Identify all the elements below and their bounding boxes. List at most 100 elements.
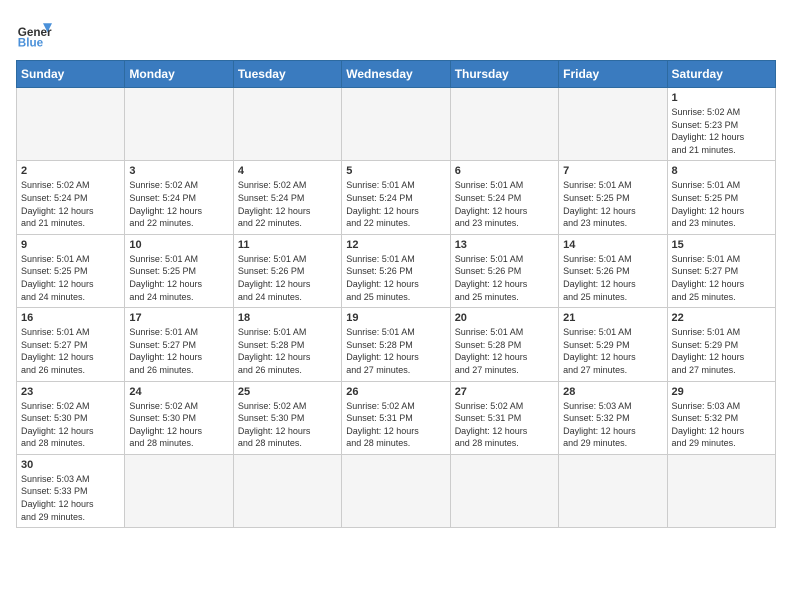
day-info: Sunrise: 5:01 AM Sunset: 5:24 PM Dayligh…: [455, 179, 554, 229]
logo-icon: General Blue: [16, 16, 52, 52]
calendar-cell: 13Sunrise: 5:01 AM Sunset: 5:26 PM Dayli…: [450, 234, 558, 307]
day-number: 26: [346, 386, 445, 398]
day-info: Sunrise: 5:02 AM Sunset: 5:30 PM Dayligh…: [21, 400, 120, 450]
day-number: 4: [238, 165, 337, 177]
calendar-week-1: 1 Sunrise: 5:02 AM Sunset: 5:23 PM Daylig…: [17, 88, 776, 161]
day-number: 3: [129, 165, 228, 177]
day-number: 14: [563, 239, 662, 251]
calendar-cell: 15 Sunrise: 5:01 AM Sunset: 5:27 PM Dayli…: [667, 234, 775, 307]
day-number: 27: [455, 386, 554, 398]
calendar-cell: 12 Sunrise: 5:01 AM Sunset: 5:26 PM Dayli…: [342, 234, 450, 307]
calendar-cell: 21Sunrise: 5:01 AM Sunset: 5:29 PM Dayli…: [559, 308, 667, 381]
day-number: 28: [563, 386, 662, 398]
day-info: Sunrise: 5:02 AM Sunset: 5:23 PM Dayligh…: [672, 106, 771, 156]
day-info: Sunrise: 5:02 AM Sunset: 5:30 PM Dayligh…: [129, 400, 228, 450]
day-info: Sunrise: 5:01 AM Sunset: 5:28 PM Dayligh…: [238, 326, 337, 376]
day-number: 10: [129, 239, 228, 251]
day-info: Sunrise: 5:01 AM Sunset: 5:29 PM Dayligh…: [563, 326, 662, 376]
calendar-cell: [233, 454, 341, 527]
day-number: 30: [21, 459, 120, 471]
calendar-cell: [450, 454, 558, 527]
day-info: Sunrise: 5:01 AM Sunset: 5:25 PM Dayligh…: [129, 253, 228, 303]
day-number: 8: [672, 165, 771, 177]
calendar-cell: 30 Sunrise: 5:03 AM Sunset: 5:33 PM Dayli…: [17, 454, 125, 527]
weekday-header-row: SundayMondayTuesdayWednesdayThursdayFrid…: [17, 61, 776, 88]
calendar-cell: 18 Sunrise: 5:01 AM Sunset: 5:28 PM Dayli…: [233, 308, 341, 381]
weekday-monday: Monday: [125, 61, 233, 88]
day-number: 6: [455, 165, 554, 177]
calendar-cell: [450, 88, 558, 161]
day-info: Sunrise: 5:02 AM Sunset: 5:31 PM Dayligh…: [346, 400, 445, 450]
weekday-friday: Friday: [559, 61, 667, 88]
calendar-week-5: 23 Sunrise: 5:02 AM Sunset: 5:30 PM Dayli…: [17, 381, 776, 454]
calendar-cell: 8Sunrise: 5:01 AM Sunset: 5:25 PM Daylig…: [667, 161, 775, 234]
day-number: 29: [672, 386, 771, 398]
day-info: Sunrise: 5:01 AM Sunset: 5:28 PM Dayligh…: [455, 326, 554, 376]
day-number: 19: [346, 312, 445, 324]
calendar-cell: 6 Sunrise: 5:01 AM Sunset: 5:24 PM Daylig…: [450, 161, 558, 234]
calendar-cell: 19Sunrise: 5:01 AM Sunset: 5:28 PM Dayli…: [342, 308, 450, 381]
day-info: Sunrise: 5:01 AM Sunset: 5:24 PM Dayligh…: [346, 179, 445, 229]
day-number: 5: [346, 165, 445, 177]
day-number: 11: [238, 239, 337, 251]
weekday-saturday: Saturday: [667, 61, 775, 88]
day-number: 25: [238, 386, 337, 398]
day-number: 15: [672, 239, 771, 251]
calendar-cell: 26 Sunrise: 5:02 AM Sunset: 5:31 PM Dayli…: [342, 381, 450, 454]
calendar-cell: 1 Sunrise: 5:02 AM Sunset: 5:23 PM Daylig…: [667, 88, 775, 161]
day-number: 12: [346, 239, 445, 251]
day-number: 20: [455, 312, 554, 324]
day-info: Sunrise: 5:01 AM Sunset: 5:27 PM Dayligh…: [21, 326, 120, 376]
day-number: 7: [563, 165, 662, 177]
calendar-cell: 23 Sunrise: 5:02 AM Sunset: 5:30 PM Dayli…: [17, 381, 125, 454]
day-info: Sunrise: 5:02 AM Sunset: 5:30 PM Dayligh…: [238, 400, 337, 450]
calendar-cell: 17 Sunrise: 5:01 AM Sunset: 5:27 PM Dayli…: [125, 308, 233, 381]
day-info: Sunrise: 5:01 AM Sunset: 5:25 PM Dayligh…: [21, 253, 120, 303]
calendar-cell: 14 Sunrise: 5:01 AM Sunset: 5:26 PM Dayli…: [559, 234, 667, 307]
day-info: Sunrise: 5:01 AM Sunset: 5:26 PM Dayligh…: [563, 253, 662, 303]
calendar-week-2: 2 Sunrise: 5:02 AM Sunset: 5:24 PM Daylig…: [17, 161, 776, 234]
calendar-cell: 11 Sunrise: 5:01 AM Sunset: 5:26 PM Dayli…: [233, 234, 341, 307]
day-number: 2: [21, 165, 120, 177]
svg-text:Blue: Blue: [18, 37, 44, 50]
day-number: 18: [238, 312, 337, 324]
calendar-cell: 10 Sunrise: 5:01 AM Sunset: 5:25 PM Dayli…: [125, 234, 233, 307]
calendar-cell: 22Sunrise: 5:01 AM Sunset: 5:29 PM Dayli…: [667, 308, 775, 381]
weekday-sunday: Sunday: [17, 61, 125, 88]
calendar-cell: 29Sunrise: 5:03 AM Sunset: 5:32 PM Dayli…: [667, 381, 775, 454]
calendar-cell: 5 Sunrise: 5:01 AM Sunset: 5:24 PM Daylig…: [342, 161, 450, 234]
calendar-cell: [667, 454, 775, 527]
weekday-tuesday: Tuesday: [233, 61, 341, 88]
calendar-cell: 16Sunrise: 5:01 AM Sunset: 5:27 PM Dayli…: [17, 308, 125, 381]
calendar-cell: [125, 454, 233, 527]
calendar-cell: [125, 88, 233, 161]
calendar-cell: [559, 454, 667, 527]
day-info: Sunrise: 5:01 AM Sunset: 5:27 PM Dayligh…: [129, 326, 228, 376]
day-info: Sunrise: 5:01 AM Sunset: 5:26 PM Dayligh…: [238, 253, 337, 303]
day-info: Sunrise: 5:03 AM Sunset: 5:32 PM Dayligh…: [563, 400, 662, 450]
calendar-week-3: 9Sunrise: 5:01 AM Sunset: 5:25 PM Daylig…: [17, 234, 776, 307]
calendar-cell: 24 Sunrise: 5:02 AM Sunset: 5:30 PM Dayli…: [125, 381, 233, 454]
day-number: 17: [129, 312, 228, 324]
calendar-week-6: 30 Sunrise: 5:03 AM Sunset: 5:33 PM Dayli…: [17, 454, 776, 527]
weekday-wednesday: Wednesday: [342, 61, 450, 88]
calendar-cell: 28 Sunrise: 5:03 AM Sunset: 5:32 PM Dayli…: [559, 381, 667, 454]
day-info: Sunrise: 5:01 AM Sunset: 5:27 PM Dayligh…: [672, 253, 771, 303]
day-info: Sunrise: 5:02 AM Sunset: 5:24 PM Dayligh…: [21, 179, 120, 229]
day-info: Sunrise: 5:02 AM Sunset: 5:31 PM Dayligh…: [455, 400, 554, 450]
day-info: Sunrise: 5:01 AM Sunset: 5:26 PM Dayligh…: [346, 253, 445, 303]
day-info: Sunrise: 5:01 AM Sunset: 5:29 PM Dayligh…: [672, 326, 771, 376]
calendar-cell: 25 Sunrise: 5:02 AM Sunset: 5:30 PM Dayli…: [233, 381, 341, 454]
calendar-cell: 3Sunrise: 5:02 AM Sunset: 5:24 PM Daylig…: [125, 161, 233, 234]
calendar-cell: 20 Sunrise: 5:01 AM Sunset: 5:28 PM Dayli…: [450, 308, 558, 381]
day-info: Sunrise: 5:02 AM Sunset: 5:24 PM Dayligh…: [238, 179, 337, 229]
calendar-cell: [233, 88, 341, 161]
day-number: 13: [455, 239, 554, 251]
calendar-table: SundayMondayTuesdayWednesdayThursdayFrid…: [16, 60, 776, 528]
calendar-week-4: 16Sunrise: 5:01 AM Sunset: 5:27 PM Dayli…: [17, 308, 776, 381]
day-info: Sunrise: 5:03 AM Sunset: 5:33 PM Dayligh…: [21, 473, 120, 523]
calendar-cell: 27 Sunrise: 5:02 AM Sunset: 5:31 PM Dayli…: [450, 381, 558, 454]
day-number: 23: [21, 386, 120, 398]
day-number: 1: [672, 92, 771, 104]
day-number: 24: [129, 386, 228, 398]
